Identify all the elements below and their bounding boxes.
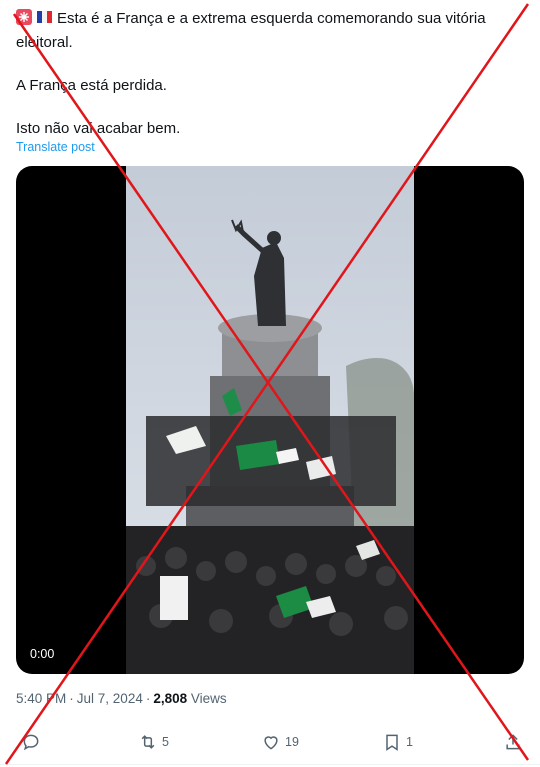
- bookmark-count: 1: [406, 735, 413, 749]
- tweet-line-3: Isto não vai acabar bem.: [16, 120, 181, 137]
- bottom-divider: [0, 764, 540, 765]
- share-button[interactable]: [503, 732, 523, 752]
- tweet-meta: 5:40 PM · Jul 7, 2024 · 2,808 Views: [16, 691, 227, 706]
- like-button[interactable]: 19: [261, 732, 299, 752]
- like-count: 19: [285, 735, 299, 749]
- tweet-time[interactable]: 5:40 PM: [16, 691, 66, 706]
- video-player[interactable]: 0:00: [16, 166, 524, 674]
- like-icon: [264, 736, 278, 750]
- video-duration: 0:00: [24, 646, 61, 662]
- tweet-text: Esta é a França e a extrema esquerda com…: [16, 8, 521, 140]
- bookmark-icon: [386, 734, 398, 751]
- tweet-date[interactable]: Jul 7, 2024: [77, 691, 143, 706]
- tweet-line-1-text: Esta é a França e a extrema esquerda com…: [16, 10, 486, 51]
- bookmark-button[interactable]: 1: [382, 732, 413, 752]
- action-bar: 5 19 1: [0, 732, 540, 758]
- translate-post-link[interactable]: Translate post: [16, 140, 95, 154]
- meta-separator-2: ·: [145, 691, 151, 706]
- reply-button[interactable]: [21, 732, 45, 752]
- share-icon: [506, 734, 520, 750]
- reply-icon: [23, 734, 39, 751]
- repost-button[interactable]: 5: [138, 732, 169, 752]
- views-label: Views: [190, 691, 227, 706]
- video-frame-image: [126, 166, 414, 674]
- repost-icon: [141, 735, 155, 749]
- repost-count: 5: [162, 735, 169, 749]
- flag-emoji-icons: [16, 9, 54, 32]
- tweet-line-1: Esta é a França e a extrema esquerda com…: [16, 8, 521, 54]
- meta-separator: ·: [69, 691, 74, 706]
- tweet-line-2: A França está perdida.: [16, 77, 167, 94]
- views-count: 2,808: [153, 691, 188, 706]
